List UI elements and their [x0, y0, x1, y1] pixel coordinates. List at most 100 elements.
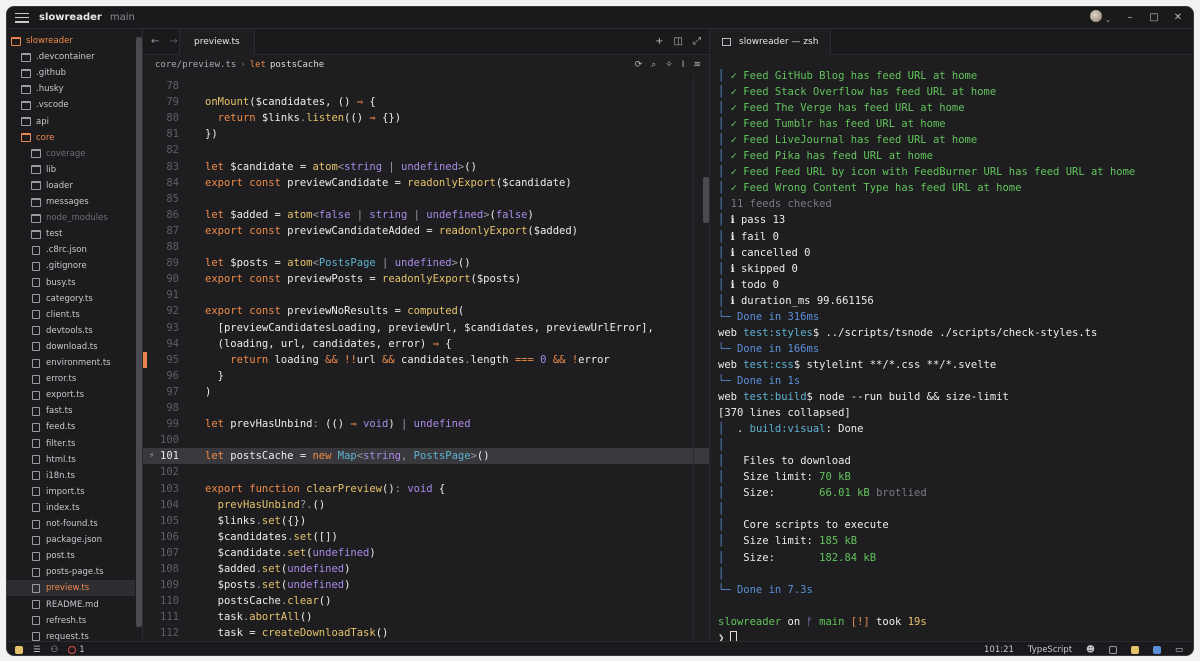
code-line[interactable]: 95 return loading && !!url && candidates… — [143, 351, 709, 368]
sidebar-item[interactable]: README.md — [7, 597, 135, 613]
sidebar-item[interactable]: .github — [7, 65, 135, 81]
plus-icon[interactable]: + — [655, 36, 663, 47]
sidebar-scrollbar[interactable] — [136, 37, 142, 627]
diagnostics-indicator[interactable]: 1 — [68, 645, 85, 655]
sidebar-item[interactable]: .vscode — [7, 97, 135, 113]
settings-sliders-icon[interactable]: ≋ — [693, 60, 701, 70]
terminal-tab[interactable]: slowreader — zsh — [710, 28, 832, 55]
copilot-icon[interactable]: ☻ — [1086, 645, 1095, 655]
branch-name[interactable]: main — [110, 12, 135, 23]
code-line[interactable]: 107 $candidate.set(undefined) — [143, 545, 709, 561]
sidebar-item[interactable]: core — [7, 130, 135, 146]
sidebar-item[interactable]: posts-page.ts — [7, 564, 135, 580]
sidebar-item[interactable]: filter.ts — [7, 436, 135, 452]
sidebar-item[interactable]: refresh.ts — [7, 613, 135, 629]
sidebar-item[interactable]: slowreader — [7, 33, 135, 49]
code-line[interactable]: 108 $added.set(undefined) — [143, 561, 709, 577]
maximize-icon[interactable]: □ — [1149, 12, 1159, 23]
breadcrumb-symbol[interactable]: postsCache — [270, 60, 324, 70]
sidebar-item[interactable]: i18n.ts — [7, 468, 135, 484]
git-change-marker[interactable] — [143, 351, 147, 368]
sidebar-item[interactable]: busy.ts — [7, 275, 135, 291]
code-line[interactable]: 109 $posts.set(undefined) — [143, 577, 709, 593]
sidebar-item[interactable]: loader — [7, 178, 135, 194]
sidebar-item[interactable]: client.ts — [7, 307, 135, 323]
code-line[interactable]: 100 — [143, 432, 709, 448]
code-line[interactable]: 91 — [143, 287, 709, 303]
user-menu[interactable]: ⌄ — [1090, 10, 1111, 25]
branch-status-icon[interactable] — [15, 645, 23, 654]
code-line[interactable]: 112 task = createDownloadTask() — [143, 625, 709, 641]
code-line[interactable]: 93 [previewCandidatesLoading, previewUrl… — [143, 320, 709, 336]
tab-preview-ts[interactable]: preview.ts — [179, 28, 255, 55]
sidebar-item[interactable]: preview.ts — [7, 580, 135, 597]
code-line[interactable]: 94 (loading, url, candidates, error) ⇒ { — [143, 336, 709, 352]
menu-icon[interactable] — [15, 12, 29, 23]
sidebar-item[interactable]: .gitignore — [7, 258, 135, 274]
code-line[interactable]: 79 onMount($candidates, () ⇒ { — [143, 94, 709, 110]
code-line[interactable]: 97) — [143, 384, 709, 400]
sidebar-item[interactable]: package.json — [7, 532, 135, 548]
sidebar-item[interactable]: .c8rc.json — [7, 242, 135, 258]
code-line[interactable]: 102 — [143, 464, 709, 480]
code-line[interactable]: 110 postsCache.clear() — [143, 593, 709, 609]
text-cursor-icon[interactable]: I — [682, 60, 685, 70]
code-line[interactable]: 98 — [143, 400, 709, 416]
sidebar-item[interactable]: error.ts — [7, 371, 135, 387]
lightning-icon[interactable]: ⚡ — [149, 451, 154, 461]
sidebar-item[interactable]: feed.ts — [7, 419, 135, 435]
code-line[interactable]: 104 prevHasUnbind?.() — [143, 497, 709, 513]
sidebar-item[interactable]: category.ts — [7, 291, 135, 307]
sidebar-item[interactable]: test — [7, 226, 135, 242]
expand-icon[interactable]: ⤢ — [693, 36, 701, 47]
sidebar-item[interactable]: download.ts — [7, 339, 135, 355]
code-line[interactable]: 82 — [143, 142, 709, 158]
code-line[interactable]: 85 — [143, 191, 709, 207]
code-line[interactable]: 81}) — [143, 126, 709, 142]
sidebar-item[interactable]: devtools.ts — [7, 323, 135, 339]
breadcrumb-path[interactable]: core/preview.ts — [155, 60, 236, 70]
sync-icon[interactable]: ⟳ — [635, 60, 643, 70]
code-line[interactable]: 86 let $added = atom<false | string | und… — [143, 207, 709, 223]
forward-arrow-icon[interactable]: → — [169, 36, 177, 47]
code-line[interactable]: 92 export const previewNoResults = comput… — [143, 303, 709, 319]
sidebar-item[interactable]: index.ts — [7, 500, 135, 516]
code-line[interactable]: 80 return $links.listen(() ⇒ {}) — [143, 110, 709, 126]
sidebar-item[interactable]: node_modules — [7, 210, 135, 226]
sidebar-item[interactable]: request.ts — [7, 629, 135, 641]
panel-toggle-icon[interactable]: ▭ — [1175, 645, 1183, 655]
sidebar-item[interactable]: lib — [7, 162, 135, 178]
project-name[interactable]: slowreader — [39, 12, 102, 23]
collab-icon[interactable]: ⚇ — [51, 645, 59, 655]
cursor-position[interactable]: 101:21 — [984, 645, 1014, 655]
sidebar-item[interactable]: post.ts — [7, 548, 135, 564]
code-line[interactable]: 78 — [143, 78, 709, 94]
back-arrow-icon[interactable]: ← — [151, 36, 159, 47]
outline-icon[interactable]: ☰ — [33, 645, 41, 655]
code-line[interactable]: 84 export const previewCandidate = readon… — [143, 175, 709, 191]
sidebar-item[interactable]: fast.ts — [7, 403, 135, 419]
split-pane-icon[interactable]: ◫ — [674, 36, 683, 47]
sidebar-item[interactable]: coverage — [7, 146, 135, 162]
terminal-status-icon[interactable] — [1108, 645, 1117, 654]
sidebar-item[interactable]: html.ts — [7, 452, 135, 468]
code-line[interactable]: 103 export function clearPreview(): void … — [143, 481, 709, 497]
code-line[interactable]: 83 let $candidate = atom<string | undefin… — [143, 159, 709, 175]
notification-icon[interactable] — [1130, 645, 1139, 654]
code-line[interactable]: 89 let $posts = atom<PostsPage | undefine… — [143, 255, 709, 271]
code-line[interactable]: 111 task.abortAll() — [143, 609, 709, 625]
sidebar-item[interactable]: messages — [7, 194, 135, 210]
code-line[interactable]: 96 } — [143, 368, 709, 384]
code-line[interactable]: 105 $links.set({}) — [143, 513, 709, 529]
sidebar-item[interactable]: .devcontainer — [7, 49, 135, 65]
code-line[interactable]: 99 let prevHasUnbind: (() ⇒ void) | undef… — [143, 416, 709, 432]
sidebar-item[interactable]: import.ts — [7, 484, 135, 500]
sidebar-item[interactable]: api — [7, 114, 135, 130]
close-icon[interactable]: ✕ — [1173, 12, 1183, 23]
sidebar-item[interactable]: .husky — [7, 81, 135, 97]
code-line[interactable]: 88 — [143, 239, 709, 255]
assistant-icon[interactable] — [1152, 645, 1161, 654]
magic-wand-icon[interactable]: ✧ — [665, 60, 673, 70]
code-line[interactable]: 87 export const previewCandidateAdded = r… — [143, 223, 709, 239]
code-line[interactable]: 106 $candidates.set([]) — [143, 529, 709, 545]
